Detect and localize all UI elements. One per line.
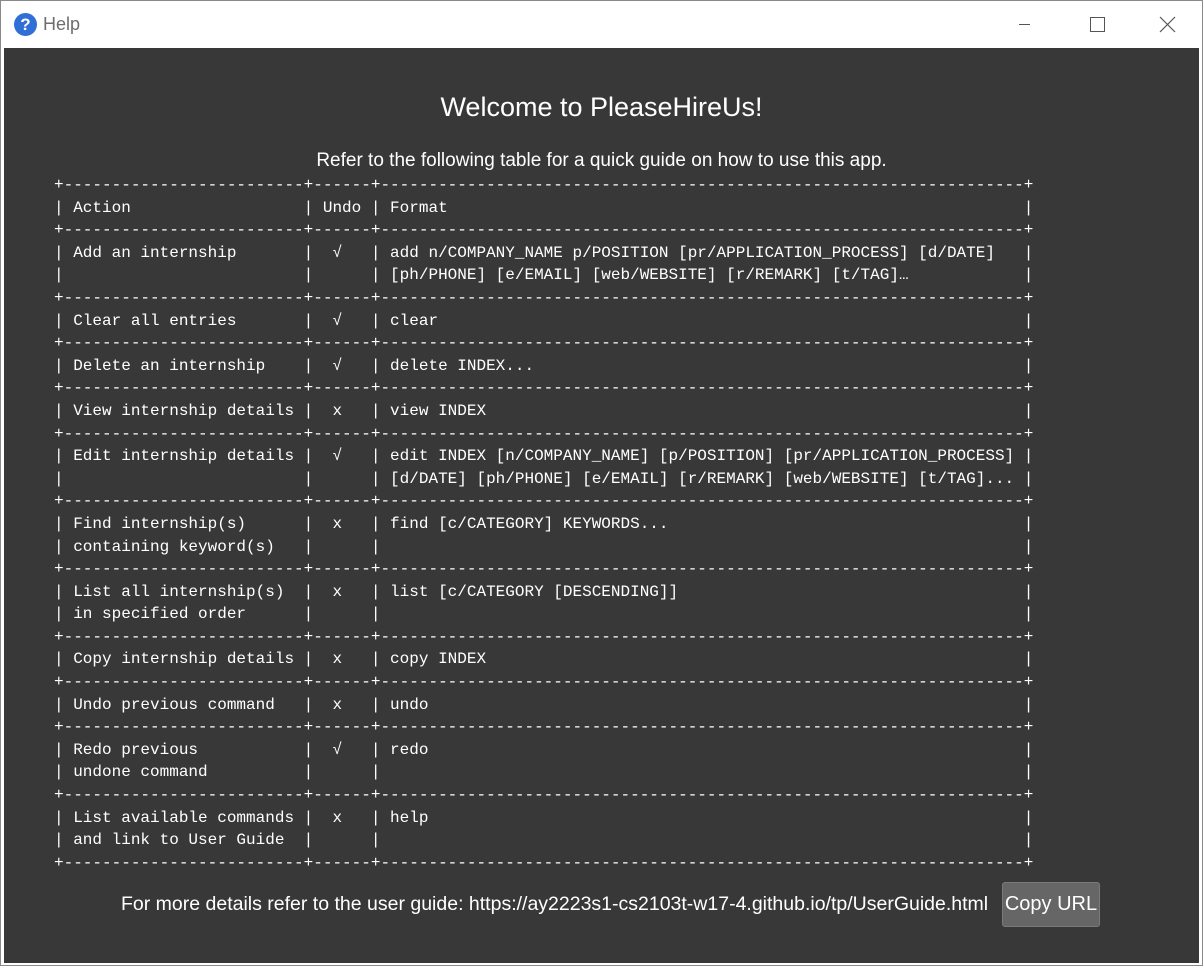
close-icon <box>1159 16 1176 33</box>
title-bar[interactable]: ? Help <box>1 1 1202 47</box>
help-content: Welcome to PleaseHireUs! Refer to the fo… <box>4 48 1199 963</box>
copy-url-button[interactable]: Copy URL <box>1002 882 1100 927</box>
close-button[interactable] <box>1144 1 1190 47</box>
help-subheading: Refer to the following table for a quick… <box>316 150 887 171</box>
user-guide-text: For more details refer to the user guide… <box>121 893 989 915</box>
minimize-icon <box>1019 24 1030 25</box>
command-table: +-------------------------+------+------… <box>54 176 1034 872</box>
help-window: ? Help Welcome to PleaseHireUs! Refer to… <box>0 0 1203 966</box>
question-mark-icon: ? <box>14 13 37 36</box>
help-heading: Welcome to PleaseHireUs! <box>440 92 763 122</box>
minimize-button[interactable] <box>1001 1 1047 47</box>
window-title: Help <box>43 14 81 34</box>
maximize-button[interactable] <box>1074 1 1120 47</box>
maximize-icon <box>1090 17 1105 32</box>
